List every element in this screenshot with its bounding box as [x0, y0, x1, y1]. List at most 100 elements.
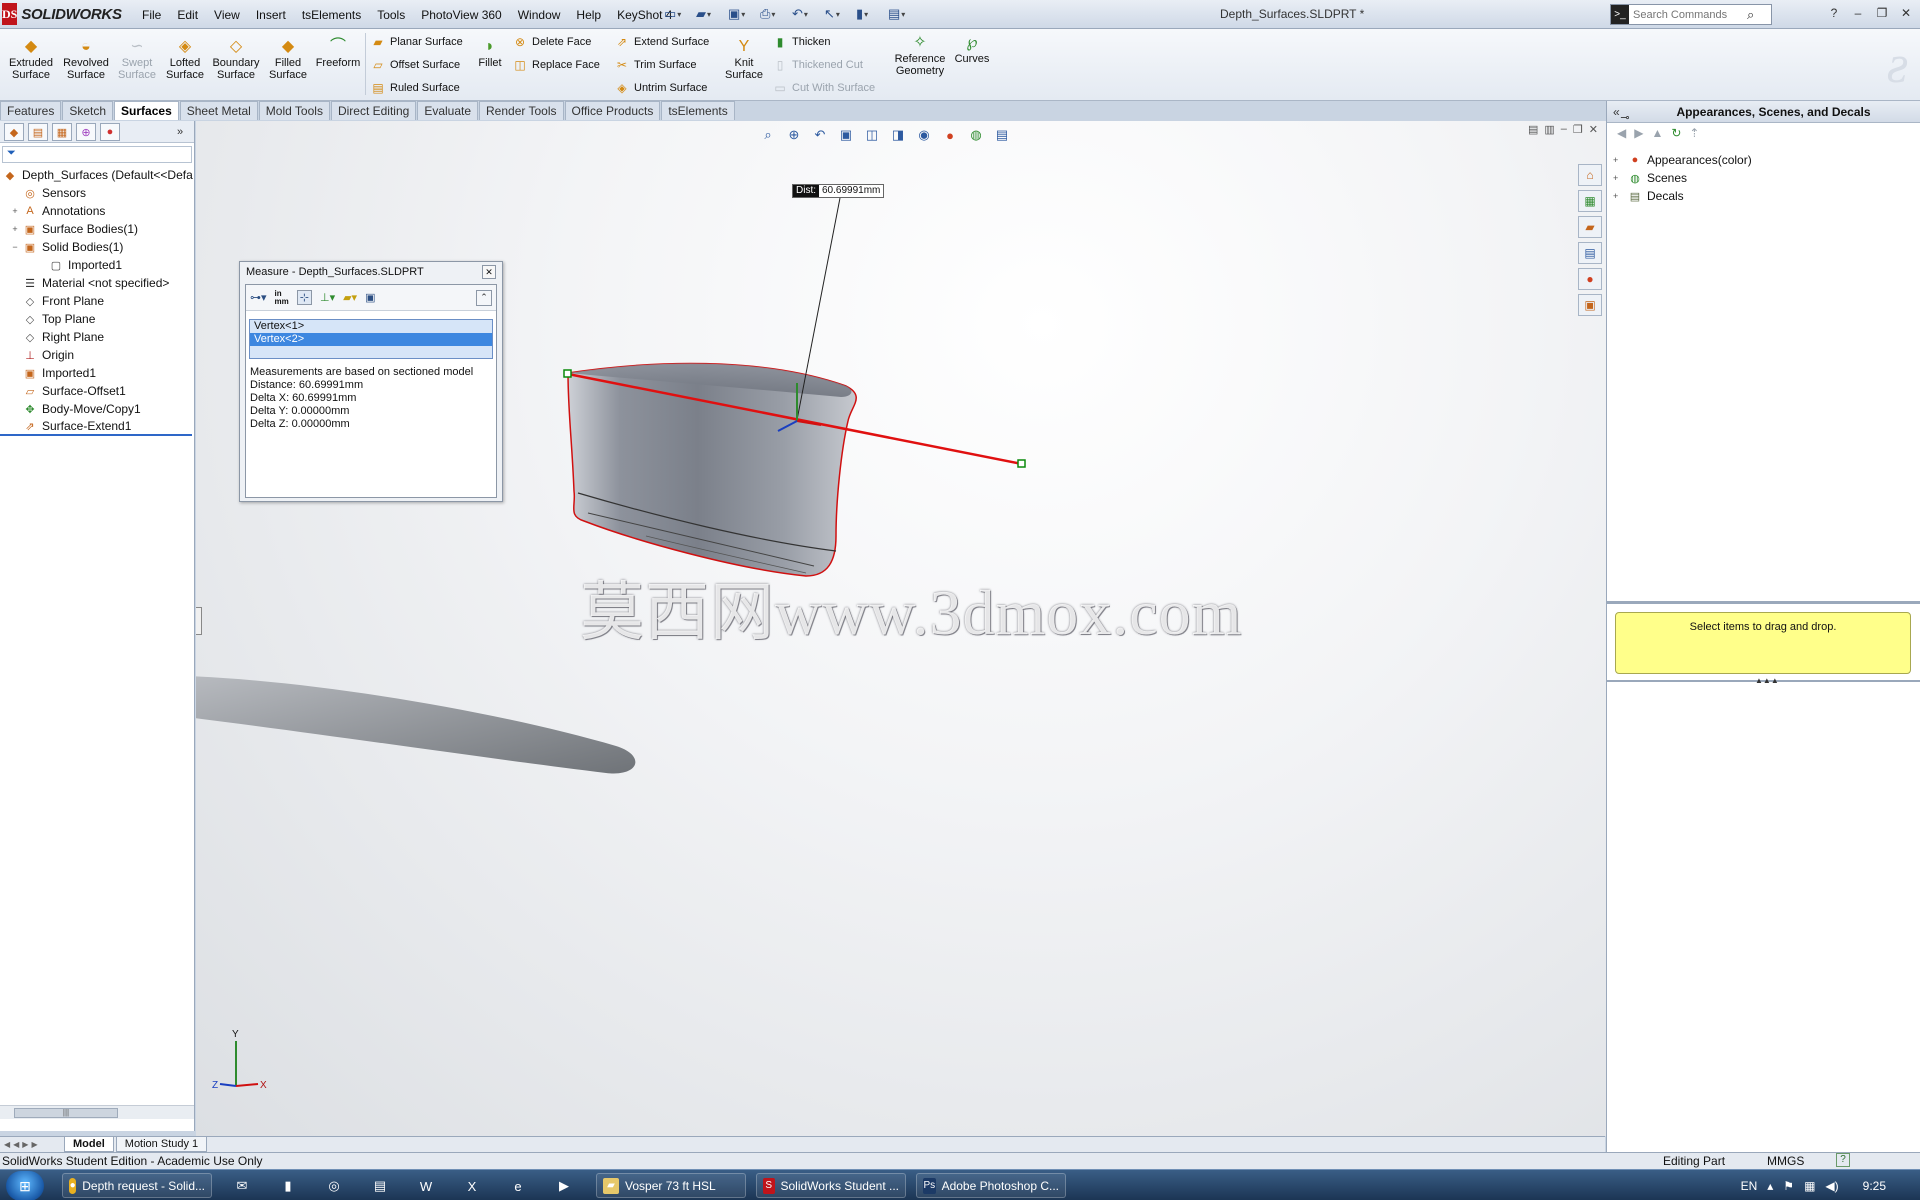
tab-evaluate[interactable]: Evaluate — [417, 101, 479, 120]
expand-icon[interactable]: + — [1613, 191, 1623, 201]
excel-icon[interactable]: X — [460, 1174, 484, 1198]
network-app-icon[interactable]: ◎ — [322, 1174, 346, 1198]
language-indicator[interactable]: EN — [1741, 1179, 1758, 1193]
display-style-icon[interactable]: ◨ — [888, 125, 908, 145]
menu-file[interactable]: File — [134, 8, 169, 22]
vertex-1-marker[interactable] — [563, 369, 572, 378]
fillet-button[interactable]: ◗ Fillet — [463, 39, 517, 70]
rebuild-icon[interactable]: ▮ — [856, 4, 882, 24]
previous-view-icon[interactable]: ↶ — [810, 125, 830, 145]
lofted-surface-button[interactable]: ◈ Lofted Surface — [158, 39, 212, 82]
viewport-layout-icon[interactable]: ▥ — [1544, 123, 1554, 136]
selection-vertex-1[interactable]: Vertex<1> — [250, 320, 492, 333]
tree-item-annotations[interactable]: + A Annotations — [0, 202, 194, 220]
tree-item-front-plane[interactable]: ◇ Front Plane — [0, 292, 194, 310]
solidworks-logo[interactable]: DS SOLIDWORKS — [2, 3, 122, 25]
tree-item-surface-extend[interactable]: ⇗ Surface-Extend1 — [0, 418, 192, 436]
filled-surface-button[interactable]: ◆ Filled Surface — [261, 39, 315, 82]
extend-surface-button[interactable]: ⇗ Extend Surface — [614, 33, 709, 51]
display-manager-tab-icon[interactable]: ● — [100, 123, 120, 141]
property-manager-tab-icon[interactable]: ▤ — [28, 123, 48, 141]
tab-motion-study[interactable]: Motion Study 1 — [115, 1137, 208, 1152]
tree-item-sensors[interactable]: ◎ Sensors — [0, 184, 194, 202]
restore-button[interactable]: ❐ — [1872, 4, 1892, 22]
minimize-button[interactable]: – — [1848, 4, 1868, 22]
decals-folder[interactable]: + ▤ Decals — [1613, 187, 1914, 205]
offset-surface-button[interactable]: ▱ Offset Surface — [370, 56, 460, 74]
appearances-tab-icon[interactable]: ● — [1578, 268, 1602, 290]
print-icon[interactable]: ⎙ — [760, 4, 786, 24]
clock[interactable]: 9:25 — [1863, 1179, 1886, 1193]
close-button[interactable]: ✕ — [1896, 4, 1916, 22]
appearances-folder[interactable]: + ● Appearances(color) — [1613, 151, 1914, 169]
viewport-minimize-button[interactable]: – — [1561, 123, 1567, 136]
help-icon[interactable]: ? — [1824, 4, 1844, 22]
expand-icon[interactable]: + — [10, 224, 20, 234]
thickened-cut-button[interactable]: ▯ Thickened Cut — [772, 56, 863, 74]
taskbar-solidworks-window[interactable]: S SolidWorks Student ... — [756, 1173, 906, 1198]
tab-sheet-metal[interactable]: Sheet Metal — [179, 101, 258, 120]
document-app-icon[interactable]: ▤ — [368, 1174, 392, 1198]
revolved-surface-button[interactable]: ◒ Revolved Surface — [59, 39, 113, 82]
collapse-dialog-icon[interactable]: ⌃ — [476, 289, 492, 306]
tree-item-surface-offset[interactable]: ▱ Surface-Offset1 — [0, 382, 194, 400]
tree-root[interactable]: ◆ Depth_Surfaces (Default<<Defa — [0, 166, 194, 184]
scrollbar-thumb[interactable]: ||| — [14, 1108, 118, 1118]
menu-edit[interactable]: Edit — [169, 8, 206, 22]
tab-model[interactable]: Model — [64, 1137, 114, 1152]
expand-icon[interactable]: + — [1613, 155, 1623, 165]
configuration-manager-tab-icon[interactable]: ▦ — [52, 123, 72, 141]
app-pin-icon[interactable]: ▮ — [276, 1174, 300, 1198]
volume-icon[interactable]: ◀) — [1825, 1179, 1838, 1193]
dimxpert-tab-icon[interactable]: ⊕ — [76, 123, 96, 141]
search-commands[interactable]: >_ ⌕ — [1610, 4, 1772, 25]
tree-item-body-move-copy[interactable]: ✥ Body-Move/Copy1 — [0, 400, 194, 418]
measure-close-button[interactable]: ✕ — [482, 265, 496, 279]
tab-render-tools[interactable]: Render Tools — [479, 101, 564, 120]
tab-scroll-arrows[interactable]: ◀◀▶▶ — [0, 1140, 64, 1149]
view-palette-icon[interactable]: ▤ — [1578, 242, 1602, 264]
add-location-icon[interactable]: ⇡ — [1689, 126, 1699, 144]
show-xyz-measurements-icon[interactable]: ⊹ — [296, 290, 312, 305]
edit-appearance-icon[interactable]: ● — [940, 125, 960, 145]
undo-icon[interactable]: ↶ — [792, 4, 818, 24]
ruled-surface-button[interactable]: ▤ Ruled Surface — [370, 79, 459, 97]
feature-tree-tab-icon[interactable]: ◆ — [4, 123, 24, 141]
tree-item-imported-body[interactable]: ▢ Imported1 — [0, 256, 194, 274]
taskbar-photoshop-window[interactable]: Ps Adobe Photoshop C... — [916, 1173, 1066, 1198]
network-icon[interactable]: ▦ — [1804, 1179, 1815, 1193]
zoom-to-area-icon[interactable]: ⊕ — [784, 125, 804, 145]
tree-item-surface-bodies[interactable]: + ▣ Surface Bodies(1) — [0, 220, 194, 238]
view-orientation-icon[interactable]: ◫ — [862, 125, 882, 145]
hide-show-items-icon[interactable]: ◉ — [914, 125, 934, 145]
projected-on-icon[interactable]: ▰▾ — [343, 291, 357, 304]
tree-item-top-plane[interactable]: ◇ Top Plane — [0, 310, 194, 328]
trim-surface-button[interactable]: ✂ Trim Surface — [614, 56, 697, 74]
zoom-to-fit-icon[interactable]: ⌕ — [758, 125, 778, 145]
measure-dialog-header[interactable]: Measure - Depth_Surfaces.SLDPRT ✕ — [240, 262, 502, 282]
thicken-button[interactable]: ▮ Thicken — [772, 33, 831, 51]
section-view-icon[interactable]: ▣ — [836, 125, 856, 145]
search-input[interactable] — [1629, 8, 1747, 21]
vertex-2-marker[interactable] — [1017, 459, 1026, 468]
file-explorer-icon[interactable]: ▰ — [1578, 216, 1602, 238]
tree-item-imported[interactable]: ▣ Imported1 — [0, 364, 194, 382]
new-document-icon[interactable]: ▭ — [664, 4, 690, 24]
word-icon[interactable]: W — [414, 1174, 438, 1198]
show-hidden-icons-icon[interactable]: ▴ — [1767, 1179, 1773, 1193]
up-icon[interactable]: ▲ — [1651, 126, 1663, 144]
swept-surface-button[interactable]: ∽ Swept Surface — [110, 39, 164, 82]
blade-shadow-model[interactable] — [196, 676, 636, 774]
selection-list[interactable]: Vertex<1> Vertex<2> — [249, 319, 493, 359]
units-precision-button[interactable]: in mm — [275, 289, 289, 306]
menu-photoview[interactable]: PhotoView 360 — [413, 8, 510, 22]
horizontal-scrollbar[interactable]: ||| — [0, 1105, 194, 1119]
search-icon[interactable]: ⌕ — [1747, 7, 1754, 23]
extruded-surface-button[interactable]: ◆ Extruded Surface — [4, 39, 58, 82]
mail-icon[interactable]: ✉ — [230, 1174, 254, 1198]
tree-item-right-plane[interactable]: ◇ Right Plane — [0, 328, 194, 346]
freeform-button[interactable]: ⌒ Freeform — [311, 39, 365, 70]
open-folder-icon[interactable]: ▰ — [696, 4, 722, 24]
reference-geometry-button[interactable]: ✧ Reference Geometry — [892, 35, 948, 78]
tab-surfaces[interactable]: Surfaces — [114, 101, 179, 120]
